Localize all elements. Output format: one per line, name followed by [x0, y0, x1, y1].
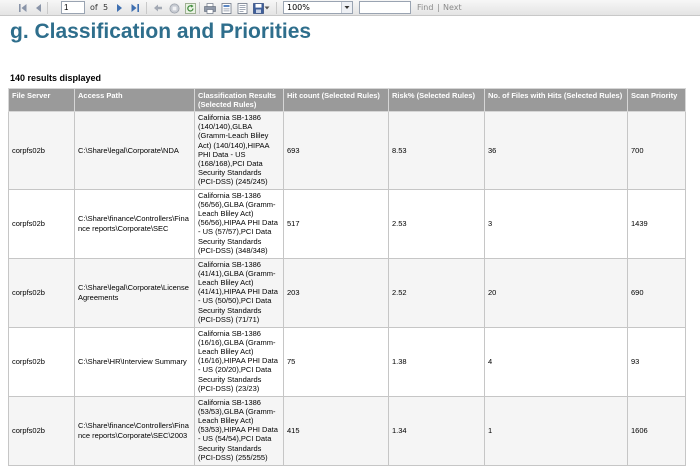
page-setup-icon[interactable]	[235, 1, 249, 15]
cell-files-with-hits: 20	[484, 257, 628, 328]
export-dropdown-icon[interactable]	[263, 1, 271, 15]
cell-risk-percent: 1.38	[388, 326, 485, 397]
page-number-input[interactable]	[61, 1, 85, 14]
cell-risk-percent: 2.53	[388, 188, 485, 259]
back-icon[interactable]	[151, 1, 165, 15]
toolbar-divider	[146, 2, 147, 14]
header-risk-percent[interactable]: Risk% (Selected Rules)	[388, 88, 485, 112]
cell-hit-count: 517	[283, 188, 389, 259]
cell-hit-count: 693	[283, 111, 389, 190]
classification-table: File Server Access Path Classification R…	[8, 88, 686, 466]
header-access-path[interactable]: Access Path	[74, 88, 195, 112]
cell-access-path: C:\Share\finance\Controllers\Finance rep…	[74, 395, 195, 466]
cell-file-server: corpfs02b	[8, 326, 75, 397]
header-hit-count[interactable]: Hit count (Selected Rules)	[283, 88, 389, 112]
refresh-icon[interactable]	[183, 1, 197, 15]
cell-scan-priority: 93	[627, 326, 686, 397]
zoom-select[interactable]: 100%	[283, 1, 353, 14]
header-files-with-hits[interactable]: No. of Files with Hits (Selected Rules)	[484, 88, 628, 112]
cell-access-path: C:\Share\legal\Corporate\License Agreeme…	[74, 257, 195, 328]
header-classification-results[interactable]: Classification Results (Selected Rules)	[194, 88, 284, 112]
cell-scan-priority: 700	[627, 111, 686, 190]
toolbar-divider	[199, 2, 200, 14]
cell-classification-results: California SB-1386 (16/16),GLBA (Gramm-L…	[194, 326, 284, 397]
toolbar-divider	[47, 2, 48, 14]
cell-access-path: C:\Share\HR\Interview Summary	[74, 326, 195, 397]
header-scan-priority[interactable]: Scan Priority	[627, 88, 686, 112]
cell-files-with-hits: 3	[484, 188, 628, 259]
previous-page-icon[interactable]	[31, 1, 45, 15]
report-toolbar: of 5 100% Find | Next	[0, 0, 700, 16]
table-header-row: File Server Access Path Classification R…	[8, 88, 686, 112]
header-file-server[interactable]: File Server	[8, 88, 75, 112]
print-layout-icon[interactable]	[219, 1, 233, 15]
cell-file-server: corpfs02b	[8, 395, 75, 466]
cell-risk-percent: 8.53	[388, 111, 485, 190]
toolbar-divider	[276, 2, 277, 14]
find-input[interactable]	[359, 1, 411, 14]
cell-files-with-hits: 4	[484, 326, 628, 397]
cell-classification-results: California SB-1386 (56/56),GLBA (Gramm-L…	[194, 188, 284, 259]
last-page-icon[interactable]	[128, 1, 142, 15]
cell-classification-results: California SB-1386 (53/53),GLBA (Gramm-L…	[194, 395, 284, 466]
find-separator: |	[437, 3, 440, 12]
cell-classification-results: California SB-1386 (41/41),GLBA (Gramm-L…	[194, 257, 284, 328]
cell-scan-priority: 690	[627, 257, 686, 328]
first-page-icon[interactable]	[16, 1, 30, 15]
zoom-value: 100%	[287, 3, 310, 12]
next-link[interactable]: Next	[443, 3, 462, 13]
cell-files-with-hits: 1	[484, 395, 628, 466]
cell-scan-priority: 1606	[627, 395, 686, 466]
cell-classification-results: California SB-1386 (140/140),GLBA (Gramm…	[194, 111, 284, 190]
table-row: corpfs02b C:\Share\legal\Corporate\NDA C…	[8, 111, 686, 190]
cell-file-server: corpfs02b	[8, 111, 75, 190]
cell-files-with-hits: 36	[484, 111, 628, 190]
table-row: corpfs02b C:\Share\finance\Controllers\F…	[8, 395, 686, 466]
cell-hit-count: 75	[283, 326, 389, 397]
of-label: of	[90, 3, 98, 12]
cell-file-server: corpfs02b	[8, 257, 75, 328]
table-row: corpfs02b C:\Share\finance\Controllers\F…	[8, 188, 686, 259]
total-pages: 5	[103, 3, 109, 12]
cell-scan-priority: 1439	[627, 188, 686, 259]
cell-risk-percent: 1.34	[388, 395, 485, 466]
find-link[interactable]: Find	[417, 3, 433, 13]
table-row: corpfs02b C:\Share\HR\Interview Summary …	[8, 326, 686, 397]
cell-hit-count: 415	[283, 395, 389, 466]
cell-risk-percent: 2.52	[388, 257, 485, 328]
page-title: g. Classification and Priorities	[10, 20, 312, 43]
chevron-down-icon[interactable]	[341, 2, 352, 13]
table-row: corpfs02b C:\Share\legal\Corporate\Licen…	[8, 257, 686, 328]
cell-access-path: C:\Share\finance\Controllers\Finance rep…	[74, 188, 195, 259]
results-count: 140 results displayed	[10, 73, 102, 83]
next-page-icon[interactable]	[113, 1, 127, 15]
cell-file-server: corpfs02b	[8, 188, 75, 259]
stop-icon[interactable]	[167, 1, 181, 15]
cell-access-path: C:\Share\legal\Corporate\NDA	[74, 111, 195, 190]
print-icon[interactable]	[203, 1, 217, 15]
cell-hit-count: 203	[283, 257, 389, 328]
